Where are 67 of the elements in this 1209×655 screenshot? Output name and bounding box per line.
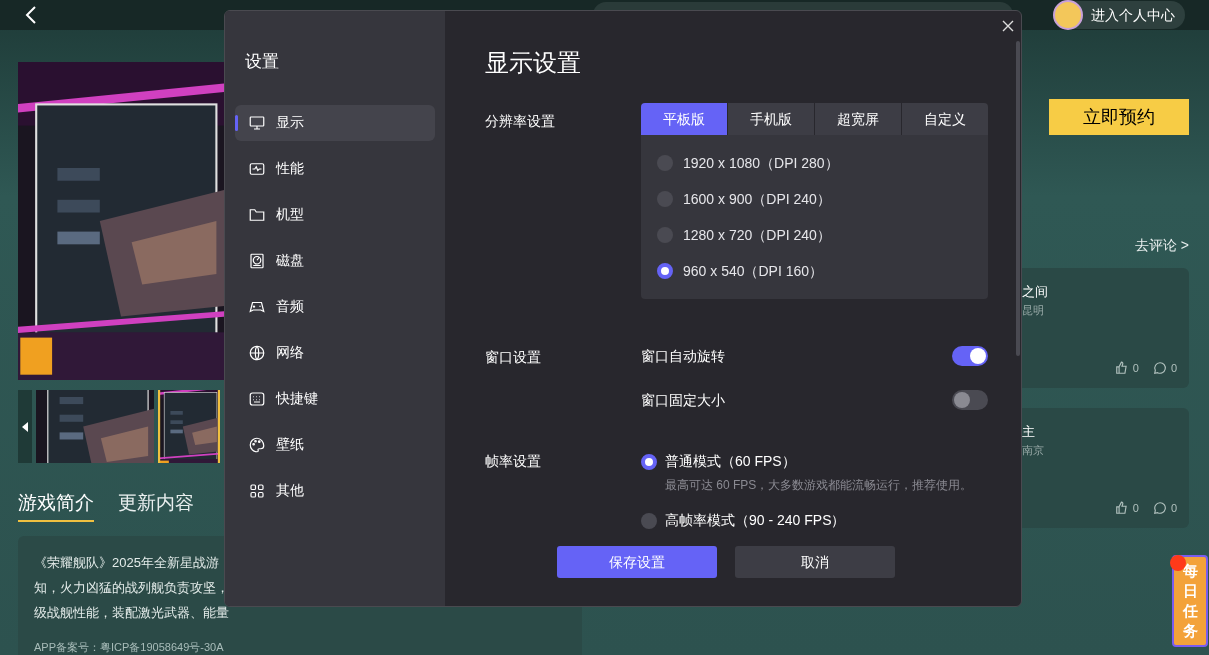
section-label: 帧率设置 <box>485 452 542 471</box>
comment-link[interactable]: 去评论 > <box>1134 235 1189 256</box>
avatar-icon <box>1053 0 1083 30</box>
option-label: 960 x 540（DPI 160） <box>683 261 824 281</box>
grid-icon <box>248 481 266 500</box>
option-label: 普通模式（60 FPS） <box>665 452 796 471</box>
section-label: 分辨率设置 <box>485 112 556 131</box>
keyboard-icon <box>248 389 266 408</box>
monitor-icon <box>248 113 266 132</box>
section-label: 窗口设置 <box>485 348 542 367</box>
option-hint: 最高可达 60 FPS，大多数游戏都能流畅运行，推荐使用。 <box>664 477 974 494</box>
sidebar-item[interactable]: 壁纸 <box>235 426 435 463</box>
comment-icon[interactable] <box>1152 500 1167 515</box>
intro-text: 级战舰性能，装配激光武器、能量 <box>34 603 230 622</box>
option-label: 1600 x 900（DPI 240） <box>683 189 831 209</box>
toggle-switch[interactable] <box>952 390 988 410</box>
tab[interactable]: 超宽屏 <box>815 103 902 135</box>
close-icon <box>1001 19 1015 33</box>
icp-text: APP备案号：粤ICP备19058649号-30A <box>34 639 225 655</box>
thumbs-up-icon[interactable] <box>1114 500 1129 515</box>
like-count: 0 <box>1132 500 1139 516</box>
toggle-switch[interactable] <box>952 346 988 366</box>
sidebar-item[interactable]: 快捷键 <box>235 380 435 417</box>
toggle-label: 窗口固定大小 <box>641 390 725 410</box>
cancel-button[interactable]: 取消 <box>735 546 895 578</box>
sidebar-title: 设置 <box>244 51 280 73</box>
settings-heading: 显示设置 <box>485 48 582 78</box>
comment-icon[interactable] <box>1152 360 1167 375</box>
intro-text: 知，火力凶猛的战列舰负责攻坚， <box>34 578 230 597</box>
comment-city: 昆明 <box>1022 302 1044 318</box>
caret-icon <box>22 421 28 432</box>
selection-bar <box>235 114 238 131</box>
sidebar-item[interactable]: 磁盘 <box>235 242 435 279</box>
sidebar-item[interactable]: 其他 <box>235 472 435 509</box>
sidebar-item[interactable]: 显示 <box>235 104 435 141</box>
comment-title: 之间 <box>1022 283 1048 301</box>
option-label: 1920 x 1080（DPI 280） <box>683 153 839 173</box>
comment-title: 主 <box>1022 423 1035 441</box>
reserve-button[interactable]: 立即预约 <box>1049 99 1189 135</box>
tab[interactable]: 自定义 <box>902 103 988 135</box>
save-button[interactable]: 保存设置 <box>557 546 717 578</box>
sidebar-item[interactable]: 性能 <box>235 150 435 187</box>
radio-button[interactable] <box>657 263 673 279</box>
comment-city: 南京 <box>1022 442 1044 458</box>
previous-button[interactable] <box>18 390 32 463</box>
toggle-label: 窗口自动旋转 <box>641 346 725 366</box>
radio-button[interactable] <box>641 453 657 470</box>
option-label: 1280 x 720（DPI 240） <box>683 225 831 245</box>
sidebar-item[interactable]: 网络 <box>235 334 435 371</box>
profile-button[interactable]: 进入个人中心 <box>1053 1 1185 29</box>
tab[interactable]: 平板版 <box>641 103 728 135</box>
close-button[interactable] <box>1001 19 1015 33</box>
sidebar-item[interactable]: 机型 <box>235 196 435 233</box>
sidebar-item[interactable]: 音频 <box>235 288 435 325</box>
reply-count: 0 <box>1170 500 1177 516</box>
intro-text: 《荣耀舰队》2025年全新星战游 <box>34 553 220 572</box>
tab[interactable]: 游戏简介 <box>18 489 94 522</box>
radio-button[interactable] <box>641 512 657 529</box>
tab[interactable]: 更新内容 <box>118 489 194 522</box>
globe-icon <box>248 343 266 362</box>
like-count: 0 <box>1132 360 1139 376</box>
thumbs-up-icon[interactable] <box>1114 360 1129 375</box>
palette-icon <box>248 435 266 454</box>
option-label: 高帧率模式（90 - 240 FPS） <box>665 511 846 530</box>
tab[interactable]: 手机版 <box>728 103 815 135</box>
back-icon[interactable] <box>24 5 38 25</box>
reply-count: 0 <box>1170 360 1177 376</box>
